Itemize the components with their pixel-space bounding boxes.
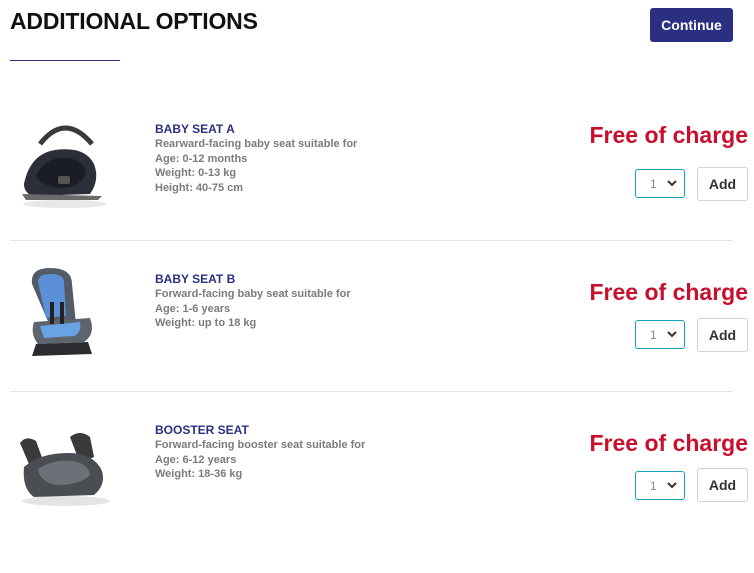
description-line: Height: 40-75 cm — [155, 181, 244, 194]
booster-seat-icon — [20, 433, 110, 506]
description-line: Forward-facing baby seat suitable for — [155, 288, 351, 300]
chevron-down-icon — [667, 331, 677, 338]
quantity-value: 1 — [650, 176, 657, 191]
description-line: Age: 0-12 months — [155, 152, 248, 165]
add-button[interactable]: Add — [697, 468, 748, 502]
option-description: Forward-facing booster seat suitable for… — [155, 438, 365, 482]
description-line: Weight: 18-36 kg — [155, 468, 243, 481]
description-line: Weight: 0-13 kg — [155, 167, 237, 180]
divider — [10, 240, 733, 241]
quantity-value: 1 — [650, 478, 657, 493]
price-label: Free of charge — [589, 430, 749, 456]
title-underline — [10, 60, 120, 61]
child-car-seat-icon — [31, 268, 92, 356]
chevron-down-icon — [667, 180, 677, 187]
option-name: BABY SEAT B — [155, 272, 236, 286]
option-name: BOOSTER SEAT — [155, 423, 249, 437]
continue-button[interactable]: Continue — [650, 8, 733, 42]
add-button[interactable]: Add — [697, 167, 748, 201]
description-line: Forward-facing booster seat suitable for — [155, 439, 366, 451]
description-line: Rearward-facing baby seat suitable for — [155, 138, 358, 150]
option-booster-seat: BOOSTER SEAT Forward-facing booster seat… — [10, 423, 754, 573]
description-line: Age: 1-6 years — [155, 302, 231, 315]
infant-carrier-icon — [22, 125, 107, 208]
option-description: Forward-facing baby seat suitable for Ag… — [155, 287, 351, 331]
add-button[interactable]: Add — [697, 318, 748, 352]
chevron-down-icon — [667, 482, 677, 489]
quantity-select[interactable]: 1 — [635, 471, 685, 500]
option-baby-seat-b: BABY SEAT B Forward-facing baby seat sui… — [10, 268, 754, 422]
option-description: Rearward-facing baby seat suitable for A… — [155, 137, 357, 195]
divider — [10, 391, 733, 392]
option-baby-seat-a: BABY SEAT A Rearward-facing baby seat su… — [10, 122, 754, 272]
quantity-select[interactable]: 1 — [635, 169, 685, 198]
price-label: Free of charge — [589, 279, 749, 305]
page-title: ADDITIONAL OPTIONS — [10, 8, 258, 34]
price-label: Free of charge — [589, 122, 749, 148]
description-line: Weight: up to 18 kg — [155, 317, 257, 330]
quantity-value: 1 — [650, 327, 657, 342]
option-name: BABY SEAT A — [155, 122, 235, 136]
description-line: Age: 6-12 years — [155, 453, 237, 466]
quantity-select[interactable]: 1 — [635, 320, 685, 349]
